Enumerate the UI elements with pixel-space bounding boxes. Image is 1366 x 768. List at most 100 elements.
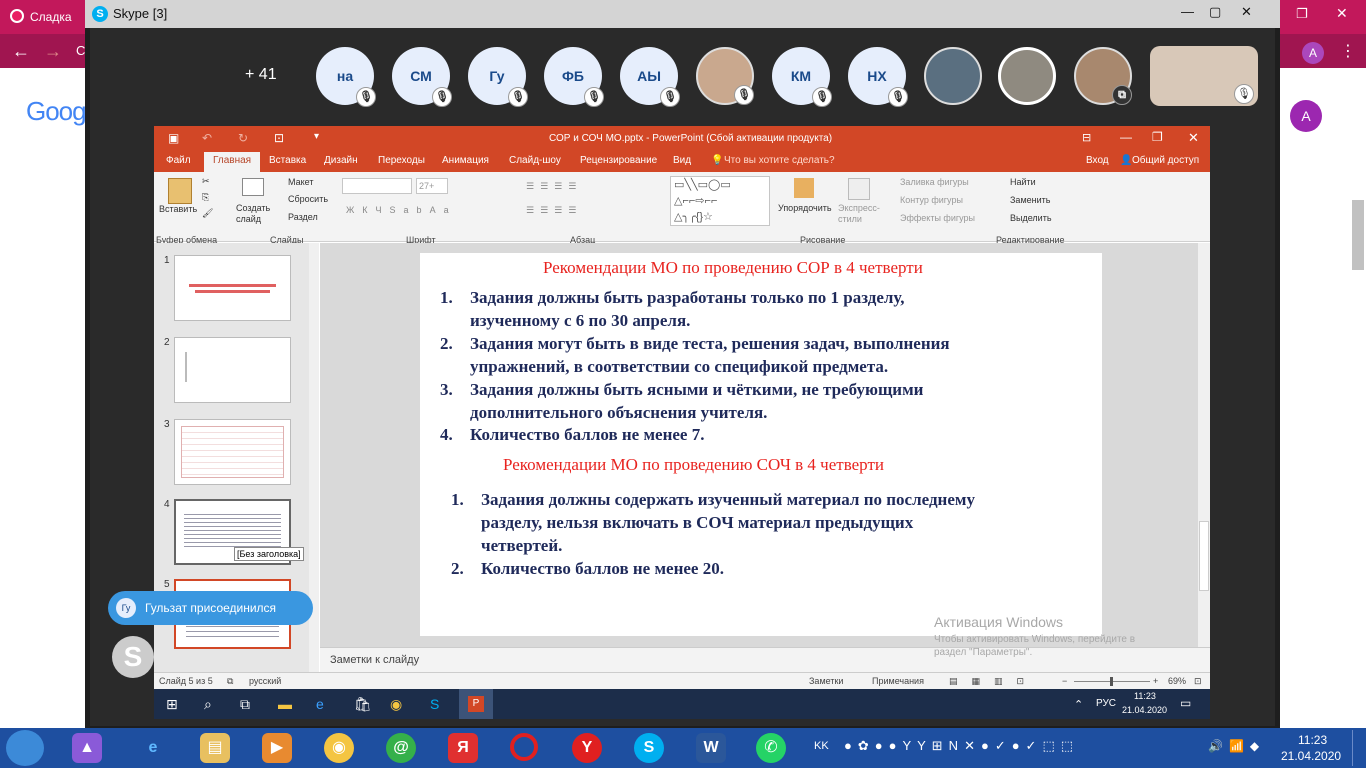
slide-thumbnail[interactable]: [174, 255, 291, 321]
profile-avatar[interactable]: A: [1302, 42, 1324, 64]
show-desktop-button[interactable]: [1352, 730, 1364, 766]
whatsapp-icon[interactable]: ✆: [756, 733, 786, 763]
search-icon[interactable]: ⌕: [204, 696, 212, 713]
format-painter-icon[interactable]: 🖌: [202, 208, 213, 219]
fit-slide-icon[interactable]: ⊡: [1194, 676, 1202, 687]
input-language[interactable]: РУС: [1096, 698, 1116, 709]
signin-link[interactable]: Вход: [1086, 155, 1109, 166]
new-slide-button[interactable]: Создать слайд: [236, 203, 272, 225]
tray-icons[interactable]: ●✿●●YY⊞N✕●✓●✓⬚⬚: [844, 738, 1079, 754]
powerpoint-icon[interactable]: P: [468, 696, 484, 712]
close-icon[interactable]: ✕: [1241, 4, 1252, 20]
tab-animations[interactable]: Анимация: [442, 155, 489, 166]
shapes-gallery[interactable]: ▭╲╲▭◯▭ △⌐⌐⇨⌐⌐ △╮╭{}☆: [670, 176, 770, 226]
opera-icon[interactable]: [510, 733, 538, 761]
input-language[interactable]: KK: [814, 740, 829, 752]
participant-video-active[interactable]: [998, 47, 1056, 105]
start-orb-icon[interactable]: [6, 730, 44, 766]
font-format-buttons[interactable]: ЖКЧSabAa: [346, 205, 457, 215]
close-icon[interactable]: ✕: [1336, 5, 1348, 22]
participant-avatar[interactable]: КМ 🎙: [772, 47, 832, 107]
participant-avatar[interactable]: НХ 🎙: [848, 47, 908, 107]
select-button[interactable]: Выделить: [1010, 213, 1052, 223]
yandex-icon[interactable]: Я: [448, 733, 478, 763]
font-name-input[interactable]: [342, 178, 412, 194]
notes-placeholder[interactable]: Заметки к слайду: [330, 654, 419, 666]
menu-icon[interactable]: ⋮: [1340, 41, 1356, 61]
qat-dropdown-icon[interactable]: ▾: [314, 131, 319, 142]
tab-slideshow[interactable]: Слайд-шоу: [509, 155, 561, 166]
paste-button[interactable]: Вставить: [159, 204, 197, 214]
restore-icon[interactable]: ❐: [1152, 130, 1163, 144]
skype-taskbar-icon[interactable]: S: [634, 733, 664, 763]
bullets-icon[interactable]: ☰☰☰☰: [526, 181, 582, 192]
view-buttons[interactable]: ▤▦▥⊡: [949, 676, 1038, 687]
participant-photo[interactable]: 🎙: [696, 47, 754, 105]
language-indicator[interactable]: русский: [249, 676, 281, 686]
chrome-icon[interactable]: ◉: [390, 696, 402, 713]
participant-avatar[interactable]: ФБ 🎙: [544, 47, 604, 107]
clock-date[interactable]: 21.04.2020: [1122, 705, 1167, 715]
maximize-icon[interactable]: ▢: [1209, 4, 1221, 20]
tab-view[interactable]: Вид: [673, 155, 691, 166]
tab-insert[interactable]: Вставка: [269, 155, 306, 166]
yandex-browser-icon[interactable]: Y: [572, 733, 602, 763]
tell-me-box[interactable]: Что вы хотите сделать?: [724, 155, 835, 166]
file-explorer-icon[interactable]: ▬: [278, 696, 292, 712]
find-button[interactable]: Найти: [1010, 177, 1036, 187]
save-icon[interactable]: ▣: [168, 131, 179, 145]
mail-icon[interactable]: @: [386, 733, 416, 763]
google-avatar[interactable]: A: [1290, 100, 1322, 132]
shape-outline-button[interactable]: Контур фигуры: [900, 195, 963, 205]
taskbar-clock-date[interactable]: 21.04.2020: [1281, 749, 1341, 763]
reset-button[interactable]: Сбросить: [288, 194, 328, 204]
address-fragment[interactable]: С: [76, 43, 85, 58]
tab-file[interactable]: Файл: [166, 155, 191, 166]
browser-tab-title[interactable]: Сладка: [30, 10, 72, 24]
align-icon[interactable]: ☰☰☰☰: [526, 205, 582, 216]
zoom-out-icon[interactable]: −: [1062, 676, 1067, 686]
more-participants-count[interactable]: + 41: [245, 66, 277, 84]
slide-thumbnail[interactable]: [174, 337, 291, 403]
windows-start-icon[interactable]: ⊞: [166, 696, 178, 713]
participant-video[interactable]: ⧉: [1074, 47, 1132, 105]
arrange-button[interactable]: Упорядочить: [778, 203, 832, 213]
store-icon[interactable]: 🛍: [354, 696, 372, 713]
ie-icon[interactable]: e: [138, 733, 168, 763]
zoom-slider-thumb[interactable]: [1110, 677, 1113, 686]
restore-icon[interactable]: ❐: [1296, 6, 1308, 22]
editor-scroll-thumb[interactable]: [1199, 521, 1209, 591]
explorer-icon[interactable]: ▤: [200, 733, 230, 763]
shape-fill-button[interactable]: Заливка фигуры: [900, 177, 969, 187]
shape-effects-button[interactable]: Эффекты фигуры: [900, 213, 975, 223]
zoom-in-icon[interactable]: +: [1153, 676, 1158, 686]
tab-transitions[interactable]: Переходы: [378, 155, 425, 166]
minimize-icon[interactable]: —: [1120, 130, 1132, 144]
tab-review[interactable]: Рецензирование: [580, 155, 657, 166]
undo-icon[interactable]: ↶: [202, 131, 212, 145]
chrome-icon[interactable]: ◉: [324, 733, 354, 763]
cut-icon[interactable]: ✂: [202, 176, 210, 187]
participant-avatar[interactable]: АЫ 🎙: [620, 47, 680, 107]
back-icon[interactable]: ←: [12, 41, 30, 62]
tab-home[interactable]: Главная: [204, 152, 261, 172]
quick-styles-icon[interactable]: [848, 178, 870, 200]
close-icon[interactable]: ✕: [1188, 130, 1199, 146]
ribbon-display-icon[interactable]: ⊟: [1082, 131, 1091, 144]
slideshow-icon[interactable]: ⊡: [274, 131, 284, 145]
paste-icon[interactable]: [168, 178, 192, 204]
page-scrollbar[interactable]: [1352, 200, 1364, 270]
join-notification[interactable]: Гу Гульзат присоединился: [108, 591, 313, 625]
participant-video[interactable]: [924, 47, 982, 105]
self-video[interactable]: 🎙: [1150, 46, 1258, 106]
app-launcher-icon[interactable]: ▲: [72, 733, 102, 763]
share-button[interactable]: Общий доступ: [1132, 155, 1199, 166]
taskbar-clock-time[interactable]: 11:23: [1298, 733, 1327, 747]
task-view-icon[interactable]: ⧉: [240, 696, 250, 713]
slide-thumbnail[interactable]: [174, 419, 291, 485]
tab-design[interactable]: Дизайн: [324, 155, 358, 166]
layout-button[interactable]: Макет: [288, 177, 313, 187]
font-size-input[interactable]: 27+: [416, 178, 448, 194]
section-button[interactable]: Раздел: [288, 212, 318, 222]
quick-styles-button[interactable]: Экспресс-стили: [838, 203, 884, 225]
